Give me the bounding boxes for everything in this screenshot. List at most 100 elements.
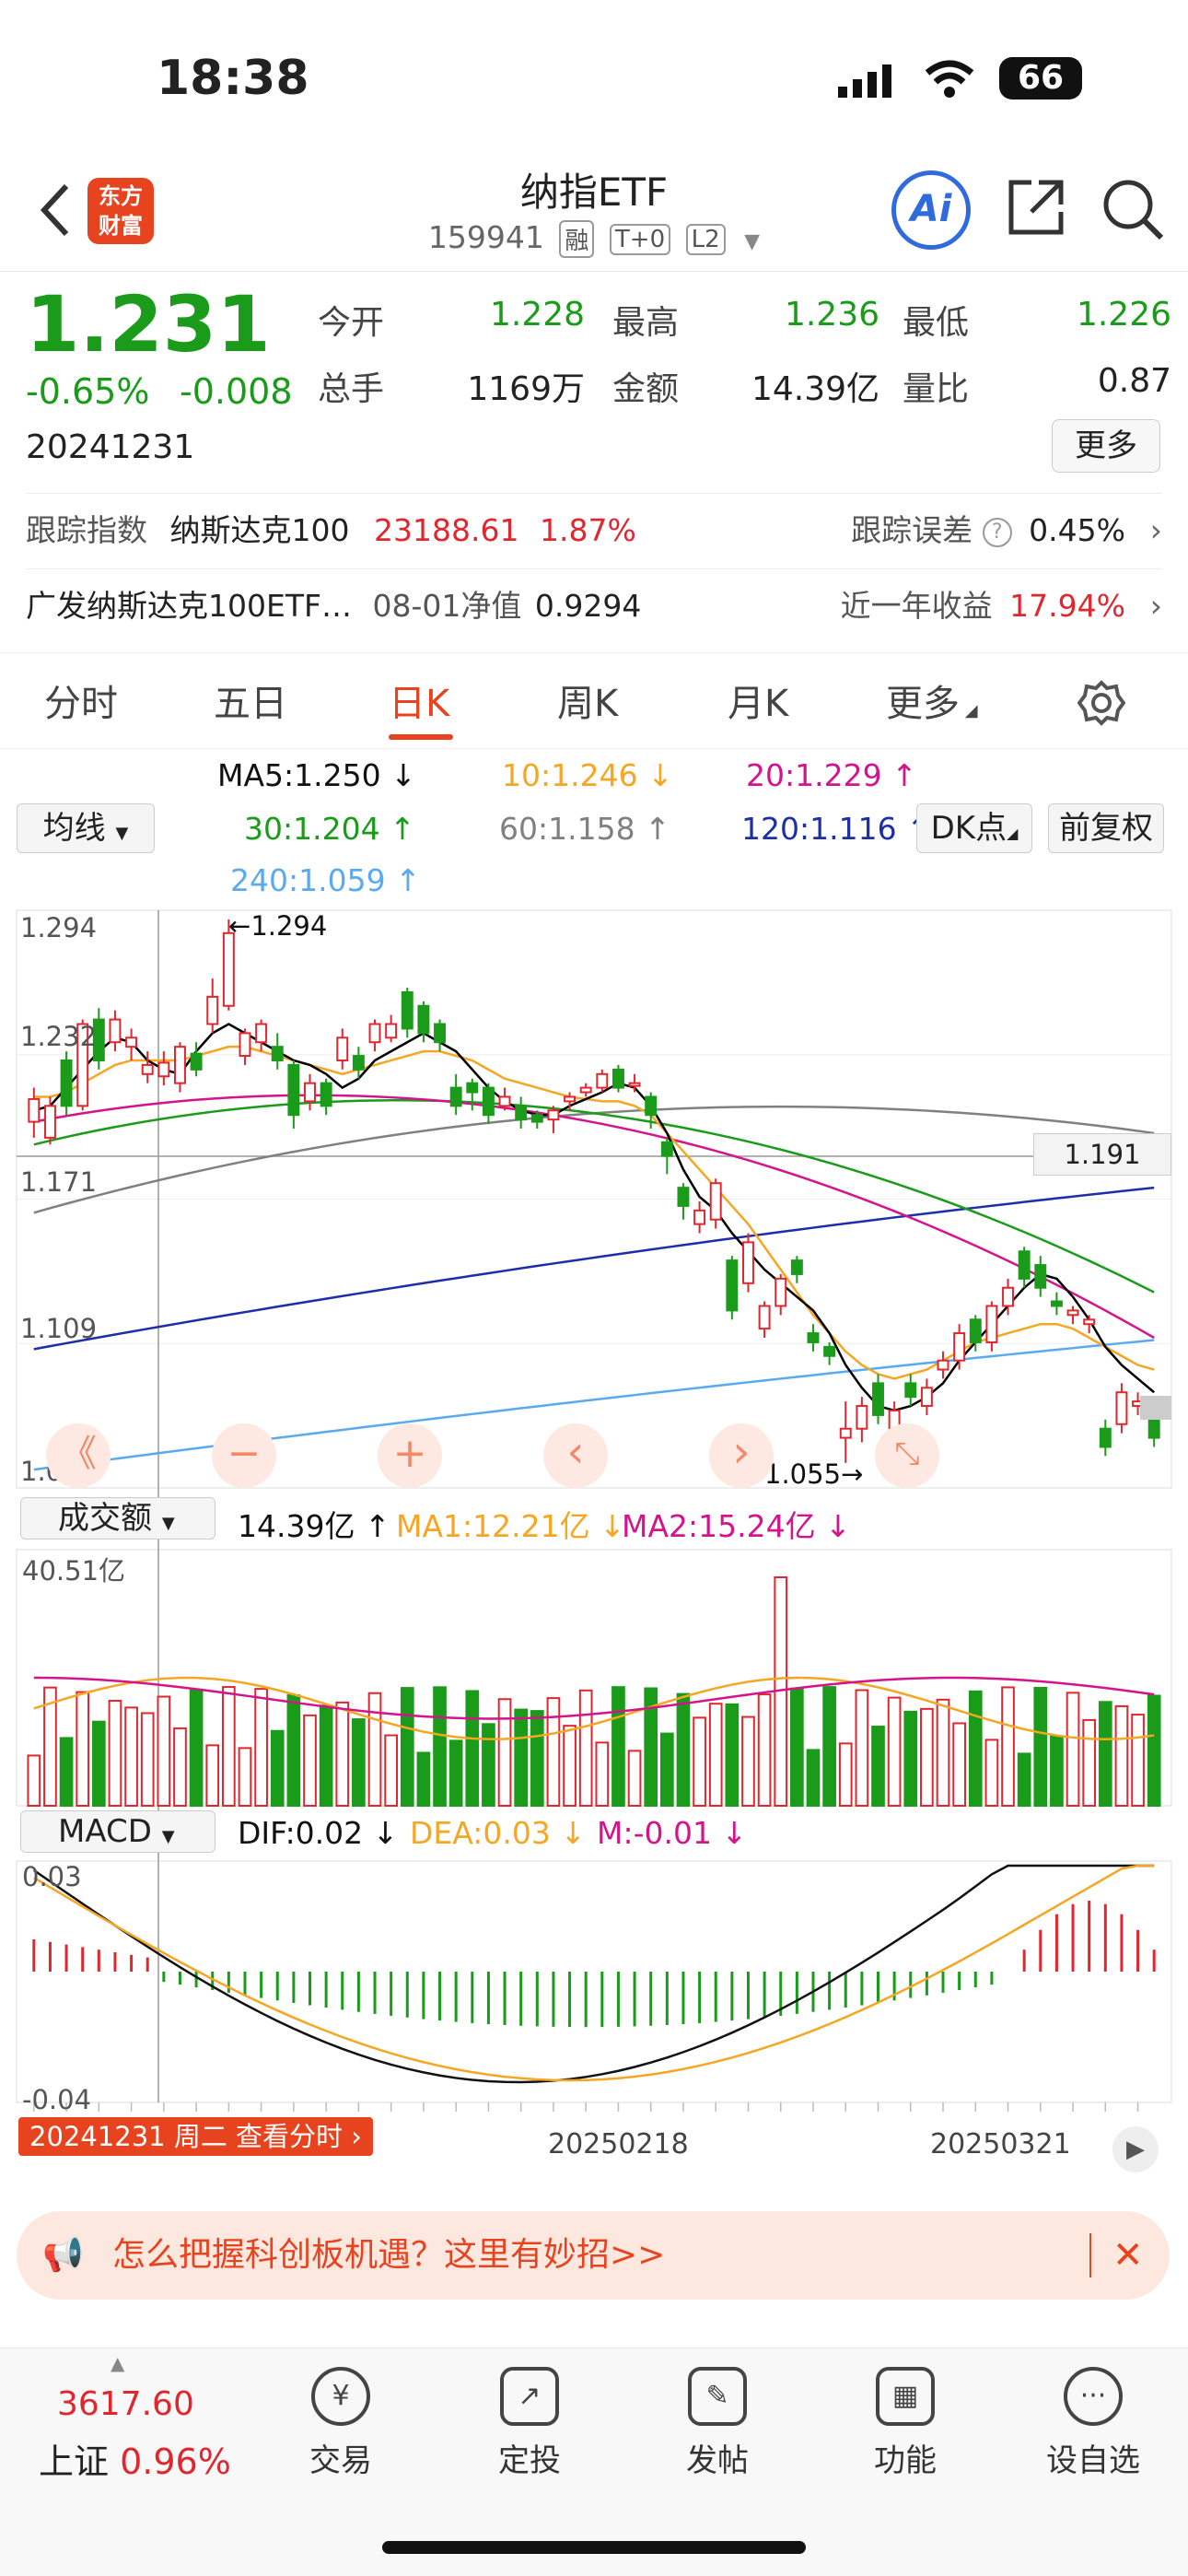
candle-body <box>43 1105 56 1139</box>
settings-gear-icon[interactable] <box>1077 679 1125 727</box>
chevron-right-icon: › <box>1149 512 1162 548</box>
more-quote-button[interactable]: 更多 <box>1052 419 1160 473</box>
volume-bar <box>303 1714 317 1808</box>
macd-dea: DEA:0.03 ↓ <box>410 1815 586 1851</box>
volume-bar <box>270 1729 285 1808</box>
nav-trade[interactable]: ¥ 交易 <box>272 2367 410 2480</box>
candle-body <box>239 1032 251 1058</box>
macd-m: M:-0.01 ↓ <box>597 1815 748 1851</box>
scroll-left-button[interactable]: ‹ <box>543 1423 608 1488</box>
forward-adjust-button[interactable]: 前复权 <box>1048 803 1164 853</box>
nav-auto-invest[interactable]: ↗ 定投 <box>460 2367 599 2480</box>
candle-body <box>709 1182 722 1221</box>
candle-body <box>368 1023 381 1044</box>
tag-t0: T+0 <box>609 223 671 255</box>
candle-body <box>1066 1309 1079 1317</box>
volume-bar <box>27 1754 41 1808</box>
volume-bar <box>936 1698 950 1807</box>
nav-watchlist[interactable]: ··· 设自选 <box>1024 2367 1162 2480</box>
volume-bar <box>952 1722 966 1808</box>
volume-bar <box>708 1703 723 1807</box>
ai-assistant-button[interactable]: Ai <box>891 170 971 250</box>
selected-date-badge[interactable]: 20241231 周二 查看分时 › <box>18 2117 373 2156</box>
tab-daily-k[interactable]: 日K <box>389 673 449 727</box>
candle-body <box>1034 1264 1047 1289</box>
ma20-legend: 20:1.229 ↑ <box>746 757 917 793</box>
volume-bar <box>59 1737 74 1807</box>
y-label-3: 1.171 <box>20 1166 98 1198</box>
fullscreen-icon[interactable]: ⤡ <box>875 1423 939 1488</box>
candle-body <box>564 1095 577 1103</box>
volume-bar <box>222 1686 236 1808</box>
dk-point-button[interactable]: DK点◢ <box>916 803 1032 853</box>
close-icon[interactable]: ✕ <box>1112 2211 1144 2300</box>
volume-bar <box>416 1751 431 1807</box>
tab-weekly-k[interactable]: 周K <box>557 673 618 727</box>
candle-body <box>904 1382 917 1399</box>
fund-info-row[interactable]: 广发纳斯达克100ETF… 08-01净值 0.9294 近一年收益 17.94… <box>26 568 1162 642</box>
candle-body <box>611 1068 624 1089</box>
macd-indicator-selector[interactable]: MACD ▼ <box>20 1810 215 1853</box>
candle-body <box>206 995 219 1025</box>
rewind-button[interactable]: 《 <box>46 1423 111 1488</box>
promo-banner[interactable]: 📢 怎么把握科创板机遇？这里有妙招>> ✕ <box>17 2211 1170 2300</box>
candle-body <box>693 1209 706 1225</box>
candle-body <box>28 1097 41 1123</box>
zoom-in-button[interactable]: + <box>378 1423 442 1488</box>
zoom-out-button[interactable]: − <box>212 1423 276 1488</box>
expand-caret-icon[interactable]: ▲ <box>111 2352 124 2374</box>
tab-monthly-k[interactable]: 月K <box>728 673 788 727</box>
volume-bar <box>968 1690 983 1808</box>
nav-functions[interactable]: ▦ 功能 <box>836 2367 974 2480</box>
search-icon[interactable] <box>1101 177 1165 241</box>
open-label: 今开 <box>318 304 385 342</box>
tracking-index-row[interactable]: 跟踪指数 纳斯达克100 23188.61 1.87% 跟踪误差 ? 0.45%… <box>26 493 1162 567</box>
edit-icon: ✎ <box>688 2367 747 2426</box>
tab-more[interactable]: 更多 ◢ <box>886 673 978 727</box>
tracking-index-value: 23188.61 <box>374 512 519 548</box>
volume-label: 总手 <box>318 370 385 408</box>
macd-bottom-label: -0.04 <box>22 2084 92 2115</box>
date-axis-mid: 20250218 <box>548 2128 689 2160</box>
change-percent: -0.65% <box>26 371 150 412</box>
fund-name: 广发纳斯达克100ETF… <box>26 588 352 624</box>
chart-controls: 《 − + ‹ › ⤡ <box>46 1423 939 1488</box>
candle-body <box>385 1023 398 1039</box>
index-name[interactable]: 上证 0.96% <box>39 2433 231 2484</box>
candle-body <box>530 1114 543 1123</box>
candle-body <box>726 1259 739 1312</box>
candle-body <box>515 1105 528 1121</box>
high-label: 最高 <box>612 304 680 342</box>
nav-post[interactable]: ✎ 发帖 <box>648 2367 786 2480</box>
volume-bar <box>790 1687 804 1808</box>
volume-bar <box>1098 1701 1112 1808</box>
volume-bar <box>448 1739 463 1807</box>
volume-indicator-selector[interactable]: 成交额 ▼ <box>20 1497 215 1540</box>
volume-bar <box>578 1689 593 1808</box>
volume-ma2: MA2:15.24亿 ↓ <box>622 1508 851 1544</box>
candle-body <box>1099 1427 1112 1448</box>
play-next-icon[interactable]: ▶ <box>1112 2126 1159 2172</box>
candle-body <box>1050 1300 1063 1307</box>
tag-l2: L2 <box>685 223 726 255</box>
info-icon[interactable]: ? <box>982 517 1012 547</box>
tracking-error-label: 跟踪误差 <box>851 512 973 548</box>
candles <box>28 919 1160 1463</box>
scroll-right-button[interactable]: › <box>709 1423 774 1488</box>
fund-nav-label: 08-01净值 <box>372 588 522 624</box>
volume-bar <box>482 1723 495 1807</box>
candle-body <box>271 1046 284 1061</box>
y-label-4: 1.109 <box>20 1313 98 1344</box>
volume-bar <box>530 1710 544 1808</box>
indicator-selector[interactable]: 均线 ▼ <box>17 803 155 853</box>
index-value[interactable]: 3617.60 <box>57 2385 194 2423</box>
tab-five-day[interactable]: 五日 <box>214 673 287 727</box>
volume-bar <box>1131 1714 1145 1807</box>
dropdown-arrow-icon[interactable]: ▼ <box>744 230 760 253</box>
ma30-legend: 30:1.204 ↑ <box>244 811 415 847</box>
tab-intraday[interactable]: 分时 <box>44 673 118 727</box>
share-icon[interactable] <box>1006 177 1066 238</box>
volume-bar <box>497 1698 512 1808</box>
volume-bar <box>238 1747 252 1807</box>
tracking-label: 跟踪指数 <box>26 512 147 548</box>
